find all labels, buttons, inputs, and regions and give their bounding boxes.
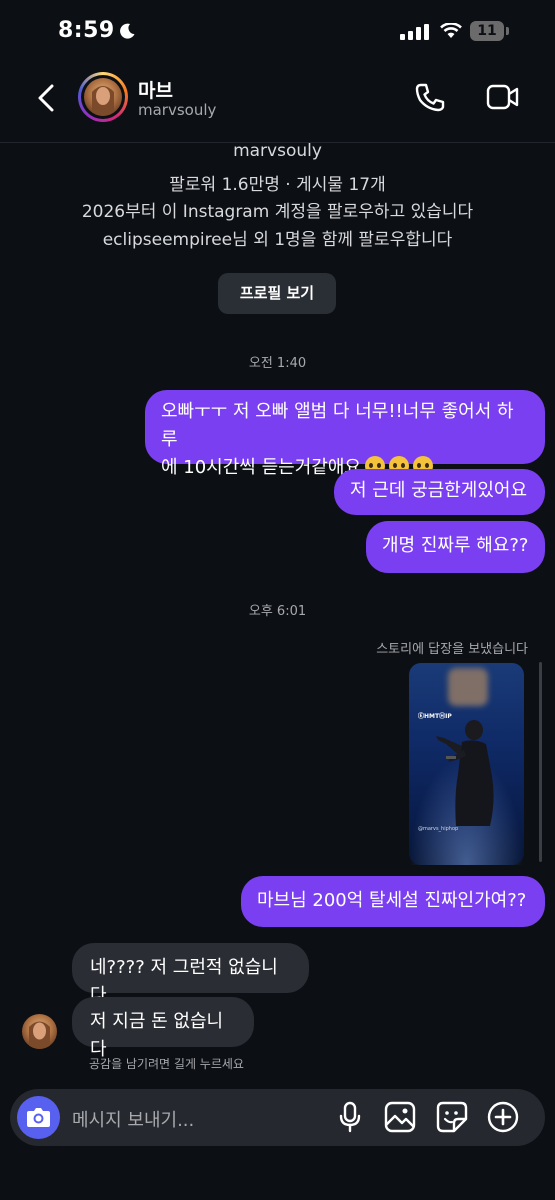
story-caption: @marvs_hiphop <box>418 826 459 832</box>
reaction-hint: 공감을 남기려면 길게 누르세요 <box>89 1057 244 1071</box>
status-time: 8:59 <box>58 18 115 43</box>
cellular-signal-icon <box>400 24 429 40</box>
outgoing-message[interactable]: 오빠ㅜㅜ 저 오빠 앨범 다 너무!!너무 좋어서 하루 에 10시간씩 듣는거… <box>145 390 545 478</box>
phone-icon[interactable] <box>414 82 446 112</box>
blurred-face <box>448 668 488 706</box>
message-line: 오빠ㅜㅜ 저 오빠 앨범 다 너무!!너무 좋어서 하루 <box>161 401 514 450</box>
incoming-message[interactable]: 네???? 저 그런적 없습니다 <box>72 943 309 1006</box>
timestamp: 오후 6:01 <box>248 604 307 619</box>
plus-circle-icon[interactable] <box>487 1101 519 1133</box>
chevron-left-icon[interactable] <box>36 84 56 112</box>
outgoing-message[interactable]: 저 근데 궁금한게있어요 <box>334 469 545 515</box>
camera-icon <box>27 1108 50 1127</box>
performer-figure <box>436 720 494 826</box>
outgoing-message[interactable]: 마브님 200억 탈세설 진짜인가여?? <box>241 876 545 927</box>
contact-username[interactable]: marvsouly <box>138 101 216 119</box>
image-icon[interactable] <box>384 1101 416 1133</box>
contact-name[interactable]: 마브 <box>138 76 173 103</box>
timestamp: 오전 1:40 <box>248 356 307 371</box>
avatar[interactable] <box>84 78 122 116</box>
view-profile-button[interactable]: 프로필 보기 <box>218 273 336 314</box>
mutual-followers-text: eclipseempiree님 외 1명을 함께 팔로우합니다 <box>102 230 453 250</box>
outgoing-message[interactable]: 개명 진짜루 해요?? <box>366 521 545 573</box>
video-camera-icon[interactable] <box>486 83 520 111</box>
profile-stats: 팔로워 1.6만명 · 게시물 17개 <box>169 175 386 195</box>
moon-icon <box>120 23 135 39</box>
story-reply-label: 스토리에 답장을 보냈습니다 <box>376 642 528 657</box>
message-input-placeholder[interactable]: 메시지 보내기... <box>72 1106 194 1132</box>
profile-username: marvsouly <box>233 141 322 161</box>
battery-tip <box>506 27 509 35</box>
wifi-icon <box>440 23 462 38</box>
microphone-icon[interactable] <box>337 1101 363 1133</box>
incoming-message[interactable]: 저 지금 돈 없습니다 <box>72 997 254 1060</box>
sticker-icon[interactable] <box>436 1101 468 1133</box>
follow-since-text: 2026부터 이 Instagram 계정을 팔로우하고 있습니다 <box>81 202 474 222</box>
story-reply-bar <box>539 662 542 862</box>
sender-avatar[interactable] <box>22 1014 57 1049</box>
battery-indicator: 11 <box>470 21 504 41</box>
